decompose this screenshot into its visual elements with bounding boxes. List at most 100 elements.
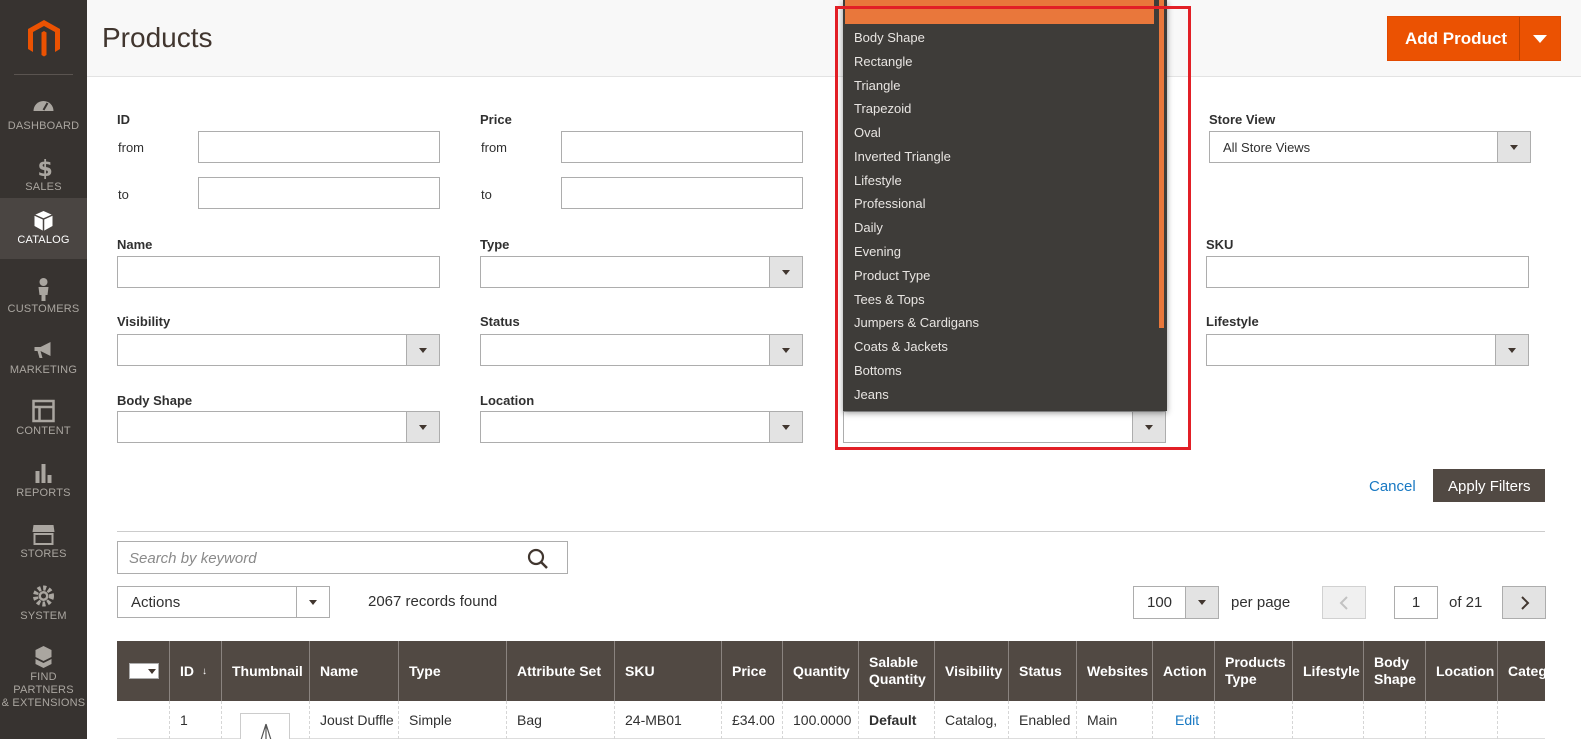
dropdown-option[interactable]: Lifestyle: [854, 173, 902, 188]
column-header[interactable]: Body Shape: [1364, 641, 1426, 701]
column-header[interactable]: Attribute Set: [507, 641, 615, 701]
dropdown-option[interactable]: Evening: [854, 244, 901, 259]
dropdown-option[interactable]: Coats & Jackets: [854, 339, 948, 354]
body-shape-select[interactable]: [117, 411, 440, 443]
next-page-button[interactable]: [1502, 586, 1546, 619]
cancel-link[interactable]: Cancel: [1369, 478, 1416, 495]
select-toggle[interactable]: [406, 412, 439, 442]
store-view-select[interactable]: All Store Views: [1209, 131, 1531, 163]
dropdown-option[interactable]: Body Shape: [854, 30, 925, 45]
column-header[interactable]: Lifestyle: [1293, 641, 1364, 701]
column-header[interactable]: Websites: [1077, 641, 1153, 701]
product-thumbnail[interactable]: [240, 713, 290, 739]
sku-input[interactable]: [1206, 256, 1529, 288]
column-header[interactable]: Status: [1009, 641, 1077, 701]
nav-stores[interactable]: STORES: [0, 515, 87, 576]
actions-label: Actions: [131, 594, 181, 611]
magento-logo-icon[interactable]: [24, 18, 64, 58]
type-select[interactable]: [480, 256, 803, 288]
location-select[interactable]: [480, 411, 803, 443]
column-header[interactable]: Visibility: [935, 641, 1009, 701]
dropdown-option[interactable]: Tees & Tops: [854, 292, 925, 307]
column-header[interactable]: ID ↓: [170, 641, 222, 701]
nav-content[interactable]: CONTENT: [0, 392, 87, 453]
price-to-input[interactable]: [561, 177, 803, 209]
column-header[interactable]: Products Type: [1215, 641, 1293, 701]
nav-marketing[interactable]: MARKETING: [0, 331, 87, 392]
select-toggle[interactable]: [1497, 132, 1530, 162]
nav-dashboard[interactable]: DASHBOARD: [0, 87, 87, 148]
page-number-input[interactable]: 1: [1394, 586, 1438, 619]
table-row[interactable]: 1 Joust Duffle Simple Bag 24-MB01 £34.00…: [117, 701, 1545, 739]
lifestyle-select[interactable]: [1206, 334, 1529, 366]
search-icon[interactable]: [527, 548, 549, 570]
cell-salable: Default: [859, 701, 935, 739]
products-type-select[interactable]: [843, 411, 1166, 443]
select-dropdown-list[interactable]: Body Shape Rectangle Triangle Trapezoid …: [843, 0, 1167, 411]
column-label: Price: [732, 662, 767, 679]
dropdown-option[interactable]: Inverted Triangle: [854, 149, 951, 164]
column-label: Categ: [1508, 662, 1545, 679]
column-label: Name: [320, 662, 359, 679]
per-page-select[interactable]: 100: [1133, 586, 1219, 619]
select-all-column[interactable]: [117, 641, 170, 701]
nav-reports[interactable]: REPORTS: [0, 454, 87, 515]
per-page-label: per page: [1231, 594, 1291, 611]
dollar-icon: $: [38, 157, 53, 179]
dropdown-option[interactable]: Rectangle: [854, 54, 913, 69]
id-to-input[interactable]: [198, 177, 440, 209]
dropdown-option[interactable]: Oval: [854, 125, 881, 140]
nav-find-partners[interactable]: FIND PARTNERS & EXTENSIONS: [0, 638, 87, 709]
previous-page-button[interactable]: [1322, 586, 1366, 619]
select-toggle[interactable]: [769, 335, 802, 365]
select-toggle[interactable]: [1495, 335, 1528, 365]
select-toggle[interactable]: [769, 412, 802, 442]
chevron-down-icon: [782, 425, 790, 430]
column-header[interactable]: SKU: [615, 641, 722, 701]
chevron-down-icon[interactable]: [1533, 35, 1547, 43]
dropdown-option[interactable]: Jumpers & Cardigans: [854, 315, 979, 330]
nav-system[interactable]: SYSTEM: [0, 577, 87, 638]
select-toggle[interactable]: [406, 335, 439, 365]
dropdown-option[interactable]: Professional: [854, 196, 926, 211]
id-from-input[interactable]: [198, 131, 440, 163]
name-label: Name: [117, 237, 153, 252]
dropdown-highlighted-option[interactable]: [845, 0, 1154, 24]
dropdown-option[interactable]: Bottoms: [854, 363, 902, 378]
apply-filters-button[interactable]: Apply Filters: [1433, 469, 1545, 502]
column-header[interactable]: Location: [1426, 641, 1498, 701]
column-header[interactable]: Type: [399, 641, 507, 701]
column-header[interactable]: Price: [722, 641, 783, 701]
select-toggle[interactable]: [1185, 587, 1218, 618]
store-icon: [32, 525, 55, 545]
select-toggle[interactable]: [296, 587, 329, 617]
column-header[interactable]: Categ: [1498, 641, 1545, 701]
dropdown-option[interactable]: Product Type: [854, 268, 930, 283]
status-select[interactable]: [480, 334, 803, 366]
cell-websites: Main: [1077, 701, 1153, 739]
visibility-select[interactable]: [117, 334, 440, 366]
dropdown-option[interactable]: Trapezoid: [854, 101, 911, 116]
select-toggle[interactable]: [1132, 412, 1165, 442]
dropdown-option[interactable]: Daily: [854, 220, 883, 235]
dropdown-option[interactable]: Triangle: [854, 78, 900, 93]
name-input[interactable]: [117, 256, 440, 288]
location-label: Location: [480, 393, 535, 408]
column-label: Type: [409, 662, 441, 679]
price-from-input[interactable]: [561, 131, 803, 163]
select-toggle[interactable]: [769, 257, 802, 287]
column-header[interactable]: Quantity: [783, 641, 859, 701]
edit-link[interactable]: Edit: [1153, 701, 1215, 739]
dropdown-scrollbar[interactable]: [1159, 0, 1164, 328]
nav-customers[interactable]: CUSTOMERS: [0, 270, 87, 331]
column-header[interactable]: Name: [310, 641, 399, 701]
mass-actions-select[interactable]: Actions: [117, 586, 330, 618]
nav-dashboard-label: DASHBOARD: [7, 120, 80, 132]
dropdown-option[interactable]: Jeans: [854, 387, 889, 402]
column-header: Action: [1153, 641, 1215, 701]
select-all-checkbox[interactable]: [129, 663, 159, 679]
keyword-search-input[interactable]: Search by keyword: [117, 541, 568, 574]
nav-catalog[interactable]: CATALOG: [0, 198, 87, 259]
add-product-button[interactable]: Add Product: [1387, 16, 1561, 61]
row-checkbox-cell[interactable]: [117, 701, 170, 739]
